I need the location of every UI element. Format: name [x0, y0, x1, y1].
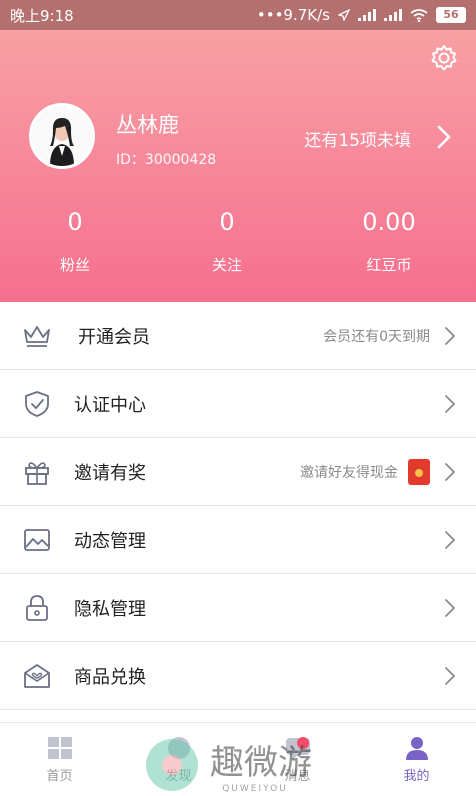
location-icon	[338, 9, 350, 21]
grid-icon	[47, 737, 72, 759]
incomplete-fields-link[interactable]: 还有15项未填	[304, 126, 411, 151]
person-icon	[405, 737, 428, 760]
menu-item-verification[interactable]: 认证中心	[0, 370, 476, 438]
chevron-right-icon	[445, 530, 456, 549]
envelope-heart-icon	[22, 661, 52, 691]
watermark: 趣微游 QUWEIYOU	[146, 735, 312, 794]
chevron-right-icon[interactable]	[436, 124, 452, 150]
watermark-subtext: QUWEIYOU	[222, 784, 288, 794]
chevron-right-icon	[445, 462, 456, 481]
chevron-right-icon	[445, 598, 456, 617]
chevron-right-icon	[445, 326, 456, 345]
stat-following[interactable]: 0 关注	[152, 208, 302, 275]
stat-label: 关注	[211, 256, 242, 274]
menu-item-hint: 会员还有0天到期	[323, 328, 430, 345]
menu-item-hint: 邀请好友得现金	[300, 464, 398, 481]
avatar-image	[32, 106, 92, 166]
chevron-right-icon	[445, 394, 456, 413]
watermark-logo	[146, 738, 198, 791]
tab-label: 我的	[403, 769, 430, 784]
menu-item-vip[interactable]: 开通会员 会员还有0天到期	[0, 302, 476, 370]
battery-icon: 56	[436, 7, 466, 23]
menu-list: 开通会员 会员还有0天到期 认证中心 邀请有奖 邀请好友得现金 动态管理 隐私管…	[0, 302, 476, 710]
gear-icon[interactable]	[430, 44, 458, 72]
stat-coins[interactable]: 0.00 红豆币	[314, 208, 464, 275]
red-packet-icon	[408, 458, 430, 485]
gift-icon	[22, 457, 52, 487]
chevron-right-icon	[445, 666, 456, 685]
wifi-icon	[410, 8, 428, 22]
signal-icon	[358, 9, 376, 21]
menu-item-label: 认证中心	[74, 394, 146, 416]
stat-value: 0	[67, 208, 83, 236]
user-id: ID：30000428	[116, 152, 217, 168]
stat-value: 0.00	[362, 208, 416, 236]
menu-item-posts[interactable]: 动态管理	[0, 506, 476, 574]
stat-label: 红豆币	[366, 256, 412, 274]
tab-me[interactable]: 我的	[357, 723, 476, 796]
menu-item-label: 隐私管理	[74, 598, 146, 620]
status-time: 晚上9:18	[10, 6, 74, 25]
menu-item-label: 开通会员	[78, 326, 150, 348]
profile-header: 晚上9:18 •••9.7K/s 56 丛林鹿 ID：30000428 还有15…	[0, 0, 476, 302]
menu-item-exchange[interactable]: 商品兑换	[0, 642, 476, 710]
crown-icon	[22, 321, 52, 351]
watermark-text: 趣微游	[210, 743, 312, 783]
menu-item-invite[interactable]: 邀请有奖 邀请好友得现金	[0, 438, 476, 506]
signal-icon-2	[384, 9, 402, 21]
user-name: 丛林鹿	[116, 113, 179, 137]
status-bar: 晚上9:18 •••9.7K/s 56	[0, 0, 476, 30]
menu-item-label: 动态管理	[74, 530, 146, 552]
lock-icon	[22, 593, 52, 623]
menu-item-label: 邀请有奖	[74, 462, 146, 484]
menu-item-privacy[interactable]: 隐私管理	[0, 574, 476, 642]
tab-home[interactable]: 首页	[0, 723, 119, 796]
stat-value: 0	[219, 208, 235, 236]
network-speed: •••9.7K/s	[256, 6, 330, 24]
shield-check-icon	[22, 389, 52, 419]
tab-label: 首页	[46, 769, 73, 784]
stat-fans[interactable]: 0 粉丝	[0, 208, 150, 275]
image-icon	[22, 525, 52, 555]
menu-item-label: 商品兑换	[74, 666, 146, 688]
stat-label: 粉丝	[59, 256, 90, 274]
avatar[interactable]	[29, 103, 95, 169]
